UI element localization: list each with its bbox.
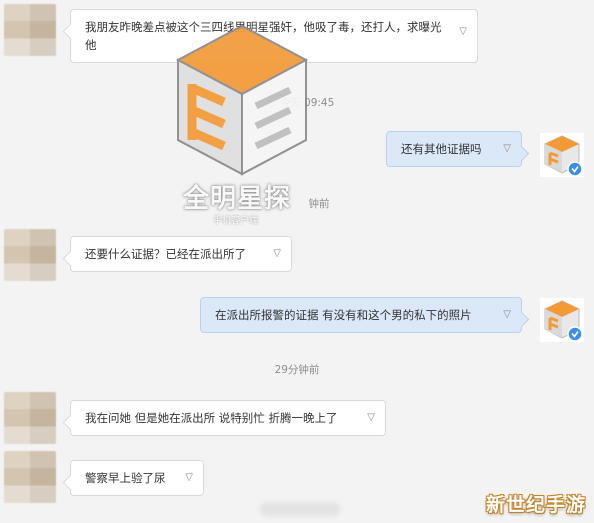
chevron-down-icon[interactable]: ▽ bbox=[503, 306, 511, 324]
user-avatar[interactable] bbox=[540, 298, 584, 342]
bubble-tail bbox=[62, 414, 79, 431]
bubble-tail bbox=[62, 474, 79, 491]
message-text: 还要什么证据？已经在派出所了 bbox=[85, 247, 246, 261]
message-bubble-incoming[interactable]: 警察早上验了尿 ▽ bbox=[62, 460, 204, 496]
blurred-area bbox=[260, 502, 340, 516]
corner-logo: 新世纪手游 bbox=[485, 494, 586, 516]
chevron-down-icon[interactable]: ▽ bbox=[503, 140, 511, 158]
message-bubble-incoming[interactable]: 还要什么证据？已经在派出所了 ▽ bbox=[62, 236, 292, 272]
user-avatar[interactable] bbox=[540, 133, 584, 177]
timestamp: 钟前 bbox=[308, 198, 330, 210]
message-text: 我在问她 但是她在派出所 说特别忙 折腾一晚上了 bbox=[85, 411, 338, 425]
timestamp: 29分钟前 bbox=[274, 364, 320, 376]
message-bubble-outgoing[interactable]: 还有其他证据吗 ▽ bbox=[386, 131, 530, 167]
message-text: 我朋友昨晚差点被这个三四线男明星强奸，他吸了毒，还打人，求曝光他 bbox=[85, 20, 442, 52]
watermark-name: 全明星探 bbox=[183, 184, 292, 214]
message-text: 还有其他证据吗 bbox=[401, 142, 482, 156]
contact-avatar[interactable] bbox=[4, 392, 56, 444]
chevron-down-icon[interactable]: ▽ bbox=[185, 469, 193, 487]
message-bubble-outgoing[interactable]: 在派出所报警的证据 有没有和这个男的私下的照片 ▽ bbox=[200, 297, 530, 333]
chevron-down-icon[interactable]: ▽ bbox=[459, 23, 467, 41]
message-bubble-incoming[interactable]: 我在问她 但是她在派出所 说特别忙 折腾一晚上了 ▽ bbox=[62, 400, 386, 436]
message-text: 在派出所报警的证据 有没有和这个男的私下的照片 bbox=[215, 308, 472, 322]
message-bubble-incoming[interactable]: 我朋友昨晚差点被这个三四线男明星强奸，他吸了毒，还打人，求曝光他 ▽ bbox=[62, 9, 478, 63]
contact-avatar[interactable] bbox=[4, 451, 56, 503]
contact-avatar[interactable] bbox=[4, 229, 56, 281]
timestamp: 今天 09:45 bbox=[279, 97, 335, 109]
bubble-tail bbox=[62, 250, 79, 267]
message-text: 警察早上验了尿 bbox=[85, 471, 166, 485]
contact-avatar[interactable] bbox=[4, 4, 56, 56]
chevron-down-icon[interactable]: ▽ bbox=[367, 409, 375, 427]
bubble-tail bbox=[513, 311, 530, 328]
bubble-tail bbox=[62, 23, 79, 40]
bubble-tail bbox=[513, 145, 530, 162]
watermark-subtitle: 手机客户端 bbox=[213, 216, 259, 226]
chevron-down-icon[interactable]: ▽ bbox=[273, 245, 281, 263]
